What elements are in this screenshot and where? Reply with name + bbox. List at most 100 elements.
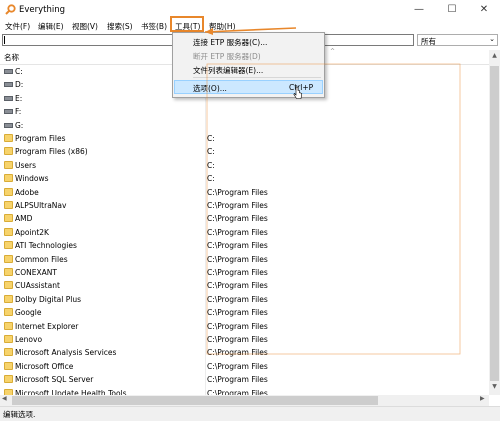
item-path: C:\Program Files bbox=[207, 361, 268, 371]
item-name: Microsoft Analysis Services bbox=[15, 348, 117, 358]
list-item[interactable]: CONEXANT C:\Program Files bbox=[0, 266, 489, 279]
list-item[interactable]: Microsoft Update Health Tools C:\Program … bbox=[0, 387, 489, 395]
scroll-up-arrow-icon[interactable]: ▲ bbox=[489, 52, 500, 62]
item-name: Program Files (x86) bbox=[15, 147, 88, 157]
list-item[interactable]: Apoint2K C:\Program Files bbox=[0, 226, 489, 239]
chevron-down-icon: ⌄ bbox=[489, 35, 495, 43]
list-item[interactable]: Users C: bbox=[0, 159, 489, 172]
list-item[interactable]: CUAssistant C:\Program Files bbox=[0, 279, 489, 292]
list-item[interactable]: ATI Technologies C:\Program Files bbox=[0, 239, 489, 252]
list-item[interactable]: Google C:\Program Files bbox=[0, 306, 489, 319]
item-path: C:\Program Files bbox=[207, 201, 268, 210]
item-path: C:\Program Files bbox=[207, 335, 268, 344]
folder-icon bbox=[4, 308, 13, 317]
list-item[interactable]: Microsoft Analysis Services C:\Program Fi… bbox=[0, 346, 489, 359]
folder-icon bbox=[4, 187, 13, 196]
folder-icon bbox=[4, 174, 13, 183]
menu-item-options[interactable]: 选项(O)... bbox=[193, 83, 227, 94]
list-item[interactable]: Windows C: bbox=[0, 172, 489, 185]
item-path: C:\Program Files bbox=[207, 294, 268, 304]
item-name: ALPSUltraNav bbox=[15, 201, 67, 210]
item-name: Internet Explorer bbox=[15, 321, 79, 331]
item-name: Microsoft Office bbox=[15, 361, 74, 371]
item-name: D: bbox=[15, 80, 24, 90]
tools-menu-highlight-box bbox=[170, 16, 204, 32]
status-bar bbox=[0, 406, 500, 421]
menu-item-disconnect-etp[interactable]: 断开 ETP 服务器(D) bbox=[193, 51, 261, 62]
list-item[interactable]: Common Files C:\Program Files bbox=[0, 253, 489, 266]
folder-icon bbox=[4, 348, 13, 357]
scroll-left-arrow-icon[interactable]: ◀ bbox=[2, 395, 7, 402]
item-path: C:\Program Files bbox=[207, 281, 268, 291]
item-name: Users bbox=[15, 160, 37, 170]
column-header-name[interactable]: 名称 bbox=[4, 52, 19, 63]
folder-icon bbox=[4, 241, 13, 250]
list-item[interactable]: Internet Explorer C:\Program Files bbox=[0, 320, 489, 333]
folder-icon bbox=[4, 214, 13, 223]
minimize-button[interactable]: — bbox=[403, 0, 435, 20]
menu-item-connect-etp[interactable]: 连接 ETP 服务器(C)... bbox=[193, 37, 267, 48]
list-item[interactable]: Lenovo C:\Program Files bbox=[0, 333, 489, 346]
folder-icon bbox=[4, 227, 13, 236]
filter-selected-value: 所有 bbox=[421, 37, 436, 46]
close-button[interactable]: ✕ bbox=[468, 0, 500, 20]
item-name: Windows bbox=[15, 174, 49, 184]
folder-icon bbox=[4, 361, 13, 370]
item-name: Adobe bbox=[15, 187, 39, 197]
folder-icon bbox=[4, 134, 13, 142]
item-path: C:\Program Files bbox=[207, 241, 268, 251]
menu-edit[interactable]: 编辑(E) bbox=[38, 21, 64, 32]
menu-view[interactable]: 视图(V) bbox=[72, 21, 98, 32]
item-path: C:\Program Files bbox=[207, 375, 268, 385]
menu-file[interactable]: 文件(F) bbox=[5, 21, 30, 32]
folder-icon bbox=[4, 281, 13, 290]
list-item[interactable]: Dolby Digital Plus C:\Program Files bbox=[0, 293, 489, 306]
item-name: G: bbox=[15, 120, 24, 130]
drive-icon bbox=[4, 109, 13, 115]
list-item[interactable]: Microsoft SQL Server C:\Program Files bbox=[0, 373, 489, 386]
item-path: C:\Program Files bbox=[207, 308, 268, 318]
menu-search[interactable]: 搜索(S) bbox=[107, 21, 133, 32]
folder-icon bbox=[4, 335, 13, 343]
item-path: C:\Program Files bbox=[207, 348, 268, 358]
folder-icon bbox=[4, 147, 13, 156]
list-item[interactable]: AMD C:\Program Files bbox=[0, 212, 489, 225]
list-item[interactable]: Microsoft Office C:\Program Files bbox=[0, 360, 489, 373]
folder-icon bbox=[4, 160, 13, 169]
item-name: F: bbox=[15, 107, 22, 117]
list-item[interactable]: Adobe C:\Program Files bbox=[0, 186, 489, 199]
scroll-down-arrow-icon[interactable]: ▼ bbox=[489, 383, 500, 393]
drive-icon bbox=[4, 122, 13, 128]
menu-bookmarks[interactable]: 书签(B) bbox=[141, 21, 167, 32]
item-name: C: bbox=[15, 67, 23, 76]
list-item[interactable]: Program Files C: bbox=[0, 132, 489, 145]
item-name: CONEXANT bbox=[15, 268, 57, 277]
scroll-right-arrow-icon[interactable]: ▶ bbox=[480, 395, 485, 402]
item-path: C:\Program Files bbox=[207, 214, 268, 224]
item-path: C: bbox=[207, 174, 215, 184]
horizontal-scroll-thumb[interactable] bbox=[12, 396, 378, 405]
list-item[interactable]: Program Files (x86) C: bbox=[0, 145, 489, 158]
item-path: C: bbox=[207, 134, 215, 143]
folder-icon bbox=[4, 268, 13, 276]
drive-icon bbox=[4, 95, 13, 101]
menu-item-filelist-editor[interactable]: 文件列表编辑器(E)... bbox=[193, 65, 263, 76]
item-path: C: bbox=[207, 147, 215, 157]
menu-help[interactable]: 帮助(H) bbox=[209, 21, 236, 32]
window-title: Everything bbox=[19, 5, 66, 15]
folder-icon bbox=[4, 201, 13, 209]
list-item[interactable]: G: bbox=[0, 119, 489, 132]
vertical-scroll-thumb[interactable] bbox=[490, 66, 499, 381]
item-path: C: bbox=[207, 160, 215, 170]
maximize-button[interactable]: ☐ bbox=[436, 0, 468, 20]
item-name: Apoint2K bbox=[15, 227, 49, 237]
list-item[interactable]: ALPSUltraNav C:\Program Files bbox=[0, 199, 489, 212]
folder-icon bbox=[4, 321, 13, 330]
drive-icon bbox=[4, 69, 13, 74]
list-item[interactable]: F: bbox=[0, 105, 489, 118]
item-path: C:\Program Files bbox=[207, 254, 268, 264]
filter-dropdown[interactable]: 所有 ⌄ bbox=[417, 34, 498, 46]
item-path: C:\Program Files bbox=[207, 227, 268, 237]
everything-logo-icon bbox=[5, 4, 16, 15]
item-name: Microsoft SQL Server bbox=[15, 375, 94, 385]
